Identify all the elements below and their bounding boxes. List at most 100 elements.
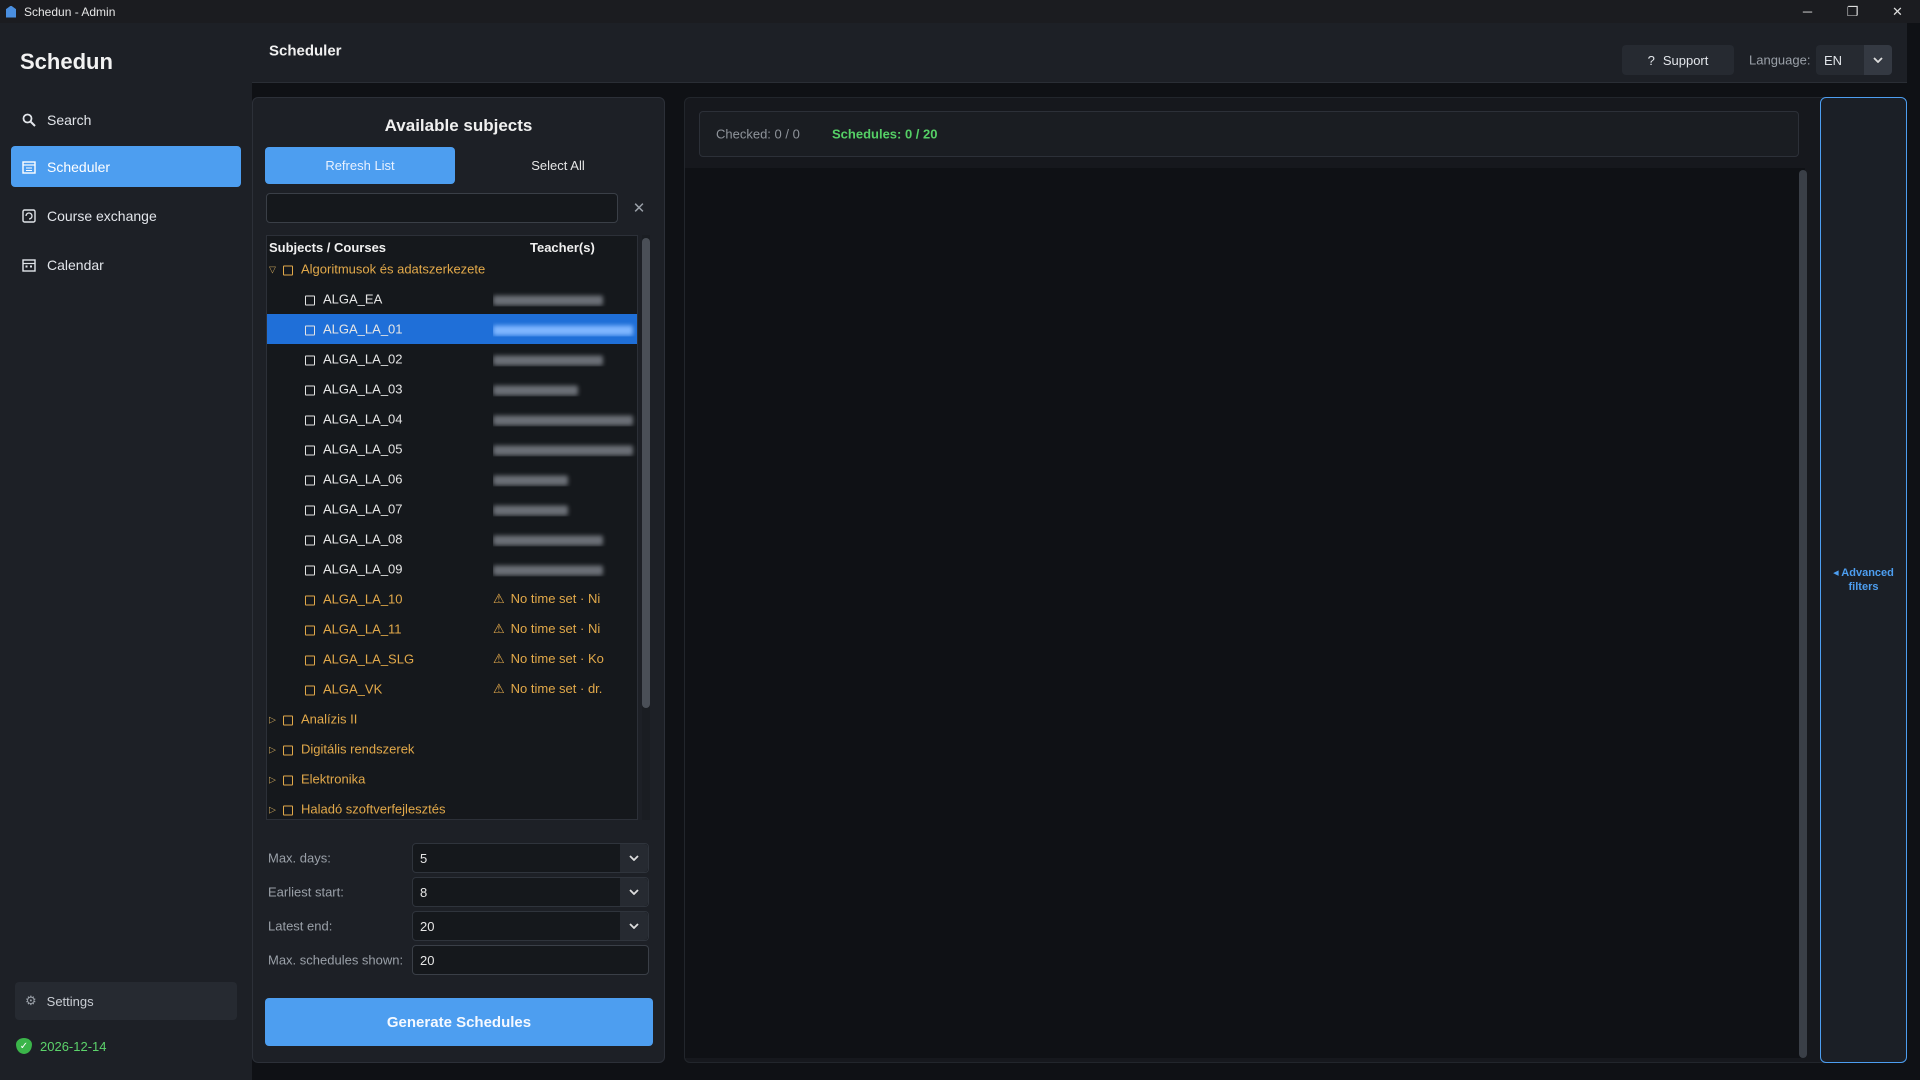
checkbox[interactable]	[305, 655, 315, 666]
course-row[interactable]: ALGA_LA_06	[267, 464, 637, 494]
subject-group[interactable]: ▷ Analízis II	[267, 704, 637, 734]
restore-button[interactable]: ❐	[1830, 0, 1875, 23]
checkbox[interactable]	[283, 745, 293, 756]
page-header: Scheduler ? Support Language: EN	[252, 23, 1907, 83]
checkbox[interactable]	[283, 715, 293, 726]
teacher-cell	[493, 322, 637, 337]
tree-scrollbar-thumb[interactable]	[642, 238, 650, 708]
course-row-selected[interactable]: ALGA_LA_01	[267, 314, 637, 344]
help-icon: ?	[1647, 52, 1655, 68]
checkbox[interactable]	[305, 625, 315, 636]
chevron-right-icon[interactable]: ▷	[269, 745, 279, 756]
course-row[interactable]: ALGA_LA_08	[267, 524, 637, 554]
checkbox[interactable]	[283, 265, 293, 276]
clear-filter-icon[interactable]: ✕	[629, 198, 649, 218]
warning-icon: ⚠	[493, 651, 505, 666]
max-schedules-label: Max. schedules shown:	[268, 952, 404, 968]
checkbox[interactable]	[283, 775, 293, 786]
results-scrollbar[interactable]	[1799, 170, 1807, 1058]
checkbox[interactable]	[305, 505, 315, 516]
course-row[interactable]: ALGA_LA_02	[267, 344, 637, 374]
minimize-button[interactable]: ─	[1785, 0, 1830, 23]
advanced-filters-toggle[interactable]: ◂ Advanced filters	[1820, 97, 1907, 1063]
subject-group[interactable]: ▽ Algoritmusok és adatszerkezete	[267, 254, 637, 284]
checkbox[interactable]	[305, 385, 315, 396]
course-row-warning[interactable]: ALGA_LA_SLG ⚠ No time set · Ko	[267, 644, 637, 674]
earliest-start-label: Earliest start:	[268, 884, 344, 900]
course-row[interactable]: ALGA_LA_05	[267, 434, 637, 464]
max-days-select[interactable]: 5	[412, 843, 649, 873]
checkbox[interactable]	[283, 805, 293, 816]
close-button[interactable]: ✕	[1875, 0, 1920, 23]
checkbox[interactable]	[305, 565, 315, 576]
earliest-start-select[interactable]: 8	[412, 877, 649, 907]
course-row[interactable]: ALGA_LA_07	[267, 494, 637, 524]
app-logo-icon	[6, 5, 16, 18]
course-row-warning[interactable]: ALGA_LA_10 ⚠ No time set · Ni	[267, 584, 637, 614]
latest-end-label: Latest end:	[268, 918, 333, 934]
checkbox[interactable]	[305, 325, 315, 336]
subject-group[interactable]: ▷ Haladó szoftverfejlesztés	[267, 794, 637, 819]
course-row[interactable]: ALGA_LA_04	[267, 404, 637, 434]
checkbox[interactable]	[305, 475, 315, 486]
checkbox[interactable]	[305, 595, 315, 606]
brand-title: Schedun	[20, 49, 113, 74]
teacher-cell	[493, 292, 637, 307]
teacher-cell: ⚠ No time set · dr.	[493, 681, 603, 696]
course-row-warning[interactable]: ALGA_VK ⚠ No time set · dr.	[267, 674, 637, 704]
chevron-right-icon[interactable]: ▷	[269, 805, 279, 816]
status-bar: Checked: 0 / 0 Schedules: 0 / 20	[699, 111, 1799, 157]
max-schedules-input[interactable]: 20	[412, 945, 649, 975]
subject-group[interactable]: ▷ Digitális rendszerek	[267, 734, 637, 764]
teacher-cell	[493, 412, 637, 427]
sidebar-item-calendar[interactable]: Calendar	[11, 244, 241, 285]
panel-title: Available subjects	[384, 116, 533, 135]
select-all-button[interactable]: Select All	[463, 147, 653, 184]
course-row[interactable]: ALGA_EA	[267, 284, 637, 314]
course-row[interactable]: ALGA_LA_09	[267, 554, 637, 584]
subject-group[interactable]: ▷ Elektronika	[267, 764, 637, 794]
checkbox[interactable]	[305, 295, 315, 306]
exchange-icon	[21, 208, 37, 224]
checkbox[interactable]	[305, 415, 315, 426]
language-select[interactable]: EN	[1816, 45, 1892, 75]
chevron-down-icon[interactable]	[620, 844, 648, 872]
refresh-list-button[interactable]: Refresh List	[265, 147, 455, 184]
checkbox[interactable]	[305, 445, 315, 456]
sidebar-item-scheduler[interactable]: Scheduler	[11, 146, 241, 187]
support-button[interactable]: ? Support	[1622, 45, 1734, 75]
chevron-down-icon[interactable]	[1864, 45, 1892, 75]
earliest-start-value: 8	[420, 884, 428, 900]
schedules-area: Checked: 0 / 0 Schedules: 0 / 20	[684, 97, 1893, 1063]
checkbox[interactable]	[305, 685, 315, 696]
checkbox[interactable]	[305, 535, 315, 546]
max-days-value: 5	[420, 850, 428, 866]
latest-end-value: 20	[420, 918, 435, 934]
latest-end-select[interactable]: 20	[412, 911, 649, 941]
checkbox[interactable]	[305, 355, 315, 366]
search-icon	[21, 112, 37, 128]
generate-schedules-button[interactable]: Generate Schedules	[265, 998, 653, 1046]
chevron-down-icon[interactable]	[620, 878, 648, 906]
sidebar-item-course-exchange[interactable]: Course exchange	[11, 195, 241, 236]
window-titlebar: Schedun - Admin ─ ❐ ✕	[0, 0, 1920, 23]
warning-icon: ⚠	[493, 591, 505, 606]
settings-button[interactable]: ⚙ Settings	[15, 982, 237, 1020]
chevron-down-icon[interactable]: ▽	[269, 265, 279, 276]
teacher-cell	[493, 352, 637, 367]
chevron-down-icon[interactable]	[620, 912, 648, 940]
teacher-cell	[493, 472, 637, 487]
support-label: Support	[1662, 52, 1709, 68]
teacher-cell	[493, 502, 637, 517]
sidebar-item-label: Calendar	[47, 256, 104, 273]
schedules-count: Schedules: 0 / 20	[832, 126, 938, 142]
course-row-warning[interactable]: ALGA_LA_11 ⚠ No time set · Ni	[267, 614, 637, 644]
calendar-icon	[21, 257, 37, 273]
sidebar-item-search[interactable]: Search	[11, 99, 241, 140]
settings-label: Settings	[46, 993, 94, 1009]
chevron-right-icon[interactable]: ▷	[269, 715, 279, 726]
course-row[interactable]: ALGA_LA_03	[267, 374, 637, 404]
warning-icon: ⚠	[493, 681, 505, 696]
subject-filter-input[interactable]	[266, 193, 618, 223]
chevron-right-icon[interactable]: ▷	[269, 775, 279, 786]
